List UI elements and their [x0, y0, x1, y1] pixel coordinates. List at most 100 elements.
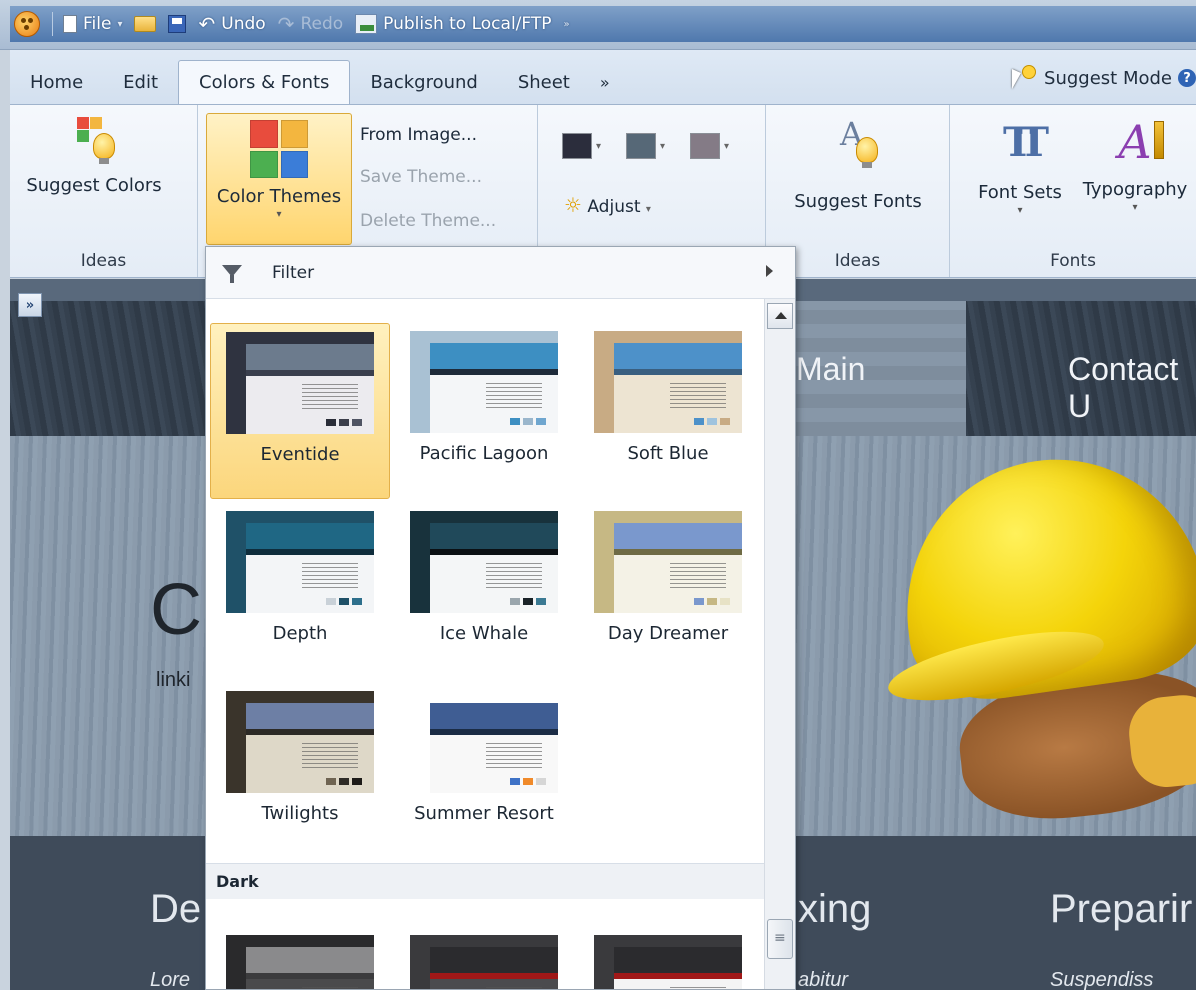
theme-item[interactable] [210, 927, 390, 989]
expand-panel-button[interactable]: » [18, 293, 42, 317]
redo-button[interactable]: ↷ Redo [272, 6, 349, 42]
footer-heading-3: Preparir [1050, 887, 1193, 931]
from-image-button[interactable]: From Image... [360, 125, 477, 145]
help-icon[interactable]: ? [1178, 69, 1196, 87]
theme-item[interactable]: Depth [210, 503, 390, 679]
nav-item-main[interactable]: Main [796, 351, 865, 388]
publish-icon [355, 14, 378, 34]
theme-thumbnail [410, 331, 558, 433]
suggest-mode-toggle[interactable]: Suggest Mode ? [1010, 60, 1196, 96]
undo-button[interactable]: ↶ Undo [192, 6, 271, 42]
theme-item[interactable]: Day Dreamer [578, 503, 758, 679]
swatch-button-1[interactable]: ▾ [562, 133, 601, 159]
redo-label: Redo [300, 14, 344, 34]
theme-thumbnail [410, 511, 558, 613]
theme-name: Twilights [261, 803, 339, 824]
gallery-scrollbar[interactable] [764, 299, 795, 989]
chevron-right-icon [766, 265, 773, 277]
theme-item[interactable]: Eventide [210, 323, 390, 499]
hero-subtitle: linki [156, 669, 191, 691]
footer-text-1: Lore [150, 969, 191, 990]
adjust-label: Adjust [587, 197, 641, 217]
nav-item-contact[interactable]: Contact U [1068, 351, 1196, 425]
typography-icon: A [1118, 115, 1164, 169]
lightbulb-icon [93, 133, 115, 164]
suggest-colors-button[interactable]: Suggest Colors [10, 117, 178, 196]
lightbulb-icon [856, 137, 878, 168]
theme-thumbnail [594, 935, 742, 989]
open-button[interactable] [128, 6, 162, 42]
overflow-icon: » [563, 18, 570, 30]
tab-background[interactable]: Background [350, 60, 497, 104]
suggest-colors-label: Suggest Colors [26, 175, 162, 196]
tab-edit[interactable]: Edit [103, 60, 178, 104]
font-sets-label: Font Sets [978, 182, 1062, 203]
adjust-button[interactable]: ☼ Adjust ▾ [564, 193, 651, 217]
theme-item[interactable] [578, 927, 758, 989]
footer-text-3: Suspendiss [1050, 969, 1154, 990]
separator [52, 12, 53, 36]
delete-theme-button[interactable]: Delete Theme... [360, 211, 496, 231]
theme-name: Eventide [260, 444, 340, 465]
save-icon [168, 15, 187, 33]
suggest-mode-label: Suggest Mode [1044, 67, 1172, 89]
save-theme-button[interactable]: Save Theme... [360, 167, 482, 187]
theme-item[interactable]: Soft Blue [578, 323, 758, 499]
suggest-fonts-button[interactable]: A Suggest Fonts [766, 115, 950, 212]
theme-thumbnail [226, 511, 374, 613]
theme-thumbnail [594, 511, 742, 613]
chevron-down-icon: ▾ [660, 140, 666, 152]
theme-item[interactable]: Twilights [210, 683, 390, 859]
file-menu-button[interactable]: File ▾ [57, 6, 128, 42]
theme-name: Pacific Lagoon [419, 443, 549, 464]
theme-item[interactable] [394, 927, 574, 989]
sun-icon: ☼ [564, 193, 582, 217]
section-header-dark: Dark [206, 863, 764, 899]
theme-thumbnail [594, 331, 742, 433]
app-menu-icon[interactable] [14, 11, 40, 37]
footer-heading-2: xing [798, 887, 872, 931]
footer-text-2: abitur [798, 969, 849, 990]
suggest-fonts-label: Suggest Fonts [794, 191, 922, 212]
folder-icon [134, 16, 157, 32]
publish-button[interactable]: Publish to Local/FTP [349, 6, 557, 42]
tabs-overflow-button[interactable]: » [590, 60, 620, 104]
theme-name: Depth [272, 623, 328, 644]
swatch-button-2[interactable]: ▾ [626, 133, 665, 159]
scroll-up-button[interactable] [767, 303, 793, 329]
typography-button[interactable]: A Typography ▾ [1074, 115, 1196, 213]
color-swatch [690, 133, 720, 159]
chevron-down-icon: ▾ [724, 140, 730, 152]
redo-icon: ↷ [277, 12, 295, 36]
scroll-thumb[interactable] [767, 919, 793, 959]
filter-icon [222, 263, 242, 283]
color-themes-button[interactable]: Color Themes ▾ [206, 113, 352, 245]
undo-label: Undo [221, 14, 266, 34]
suggest-cursor-icon [1010, 65, 1038, 91]
theme-item[interactable]: Pacific Lagoon [394, 323, 574, 499]
chevron-down-icon: ▾ [596, 140, 602, 152]
theme-item[interactable]: Ice Whale [394, 503, 574, 679]
filter-menu[interactable]: Filter [206, 247, 795, 299]
chevron-down-icon: ▾ [1017, 205, 1023, 216]
theme-thumbnail [410, 935, 558, 989]
filter-label: Filter [272, 262, 315, 283]
suggest-fonts-icon: A [834, 115, 882, 171]
document-icon [63, 15, 77, 33]
theme-thumbnail [226, 935, 374, 989]
tab-sheet[interactable]: Sheet [498, 60, 590, 104]
theme-item[interactable]: Summer Resort [394, 683, 574, 859]
tab-colors-fonts[interactable]: Colors & Fonts [178, 60, 351, 104]
hero-title: C [150, 570, 202, 650]
group-label: Ideas [80, 251, 127, 271]
color-swatch [626, 133, 656, 159]
save-button[interactable] [162, 6, 192, 42]
qat-overflow-button[interactable]: » [558, 6, 576, 42]
undo-icon: ↶ [198, 12, 216, 36]
theme-thumbnail [226, 332, 374, 434]
swatch-button-3[interactable]: ▾ [690, 133, 729, 159]
font-sets-button[interactable]: TT Font Sets ▾ [970, 119, 1070, 216]
tab-home[interactable]: Home [10, 60, 103, 104]
theme-name: Ice Whale [439, 623, 529, 644]
group-ideas-colors: Suggest Colors Ideas [10, 105, 198, 277]
